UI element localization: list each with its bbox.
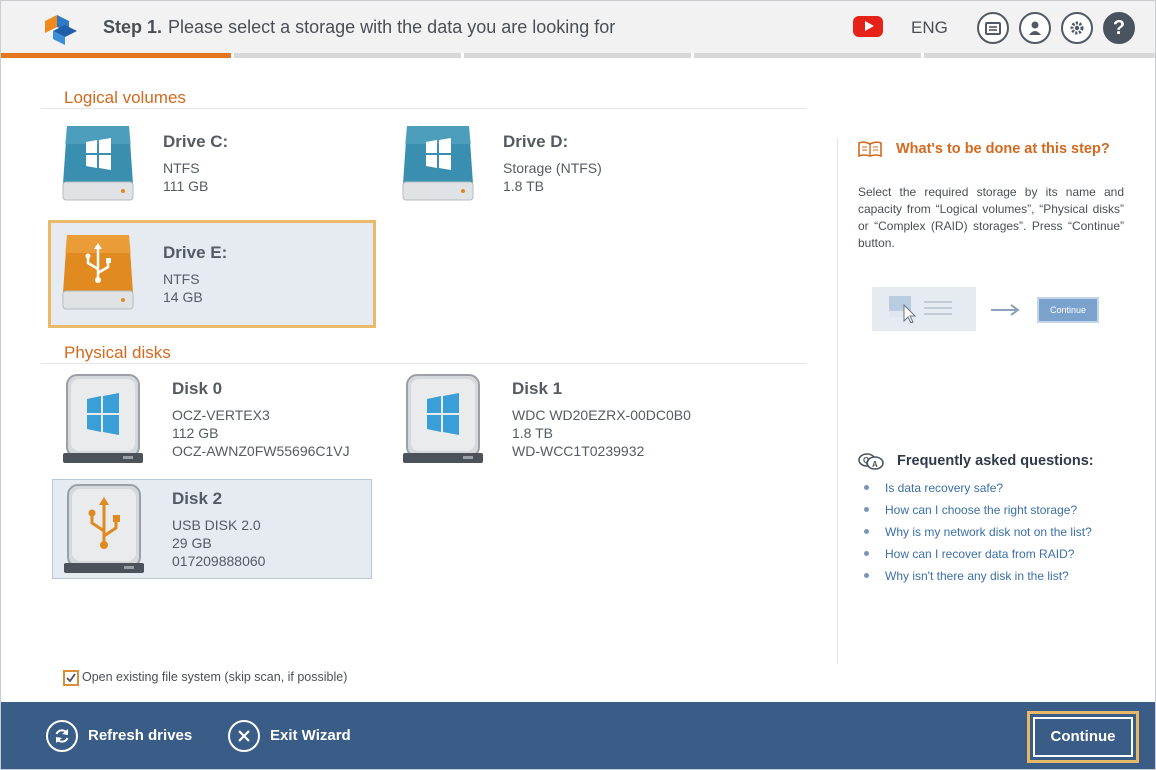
settings-button[interactable] (1061, 12, 1093, 44)
step-description: Please select a storage with the data yo… (168, 17, 616, 37)
exit-wizard-button[interactable]: Exit Wizard (228, 720, 368, 754)
faq-link[interactable]: Is data recovery safe? (864, 480, 1092, 502)
disk-size: 1.8 TB (512, 425, 553, 441)
disk-serial: OCZ-AWNZ0FW55696C1VJ (172, 443, 350, 459)
close-icon (228, 720, 260, 752)
physical-disks-heading: Physical disks (64, 343, 171, 362)
disk-name: Disk 1 (512, 379, 563, 398)
volume-name: Drive D: (503, 132, 569, 151)
panel-divider (837, 138, 838, 664)
windows-disk-icon (63, 374, 143, 463)
language-selector[interactable]: ENG (911, 18, 948, 38)
volume-filesystem: NTFS (163, 271, 200, 287)
faq-link[interactable]: How can I choose the right storage? (864, 502, 1092, 524)
illustration-continue-button: Continue (1037, 297, 1099, 323)
volume-tile-drive-c[interactable]: Drive C: NTFS 111 GB (51, 119, 371, 211)
volume-tile-drive-e[interactable]: Drive E: NTFS 14 GB (48, 220, 376, 328)
windows-disk-icon (403, 374, 483, 463)
disk-name: Disk 2 (172, 489, 223, 508)
disk-model: USB DISK 2.0 (172, 517, 261, 533)
disk-size: 29 GB (172, 535, 212, 551)
usb-drive-icon (62, 235, 134, 310)
refresh-drives-button[interactable]: Refresh drives (46, 720, 206, 754)
youtube-icon[interactable] (853, 16, 883, 37)
help-icon[interactable]: ? (1103, 12, 1135, 44)
svg-text:Q: Q (863, 456, 869, 465)
exit-wizard-label: Exit Wizard (270, 727, 351, 744)
step-progress-bar (1, 53, 1155, 58)
step-progress-fill (1, 53, 231, 58)
windows-drive-icon (402, 126, 474, 201)
volume-filesystem: NTFS (163, 160, 200, 176)
faq-link[interactable]: How can I recover data from RAID? (864, 546, 1092, 568)
settings-icon (1070, 21, 1084, 35)
help-illustration (872, 287, 976, 331)
help-heading: What's to be done at this step? (896, 141, 1110, 157)
log-icon (985, 22, 1001, 35)
disk-name: Disk 0 (172, 379, 223, 398)
user-icon (1029, 21, 1041, 35)
volume-name: Drive E: (163, 243, 228, 262)
page-title: Step 1. Please select a storage with the … (103, 17, 615, 38)
illustration-line (924, 301, 952, 303)
header-bar: Step 1. Please select a storage with the … (1, 1, 1155, 53)
disk-size: 112 GB (172, 425, 219, 441)
help-description: Select the required storage by its name … (858, 185, 1124, 250)
disk-serial: WD-WCC1T0239932 (512, 443, 645, 459)
book-icon (858, 141, 882, 157)
disk-tile-disk-2[interactable]: Disk 2 USB DISK 2.0 29 GB 017209888060 (52, 479, 372, 579)
arrow-right-icon (991, 304, 1020, 316)
progress-separator (461, 53, 464, 58)
volume-filesystem: Storage (NTFS) (503, 160, 602, 176)
windows-drive-icon (62, 126, 134, 201)
log-button[interactable] (977, 12, 1009, 44)
refresh-drives-label: Refresh drives (88, 727, 193, 744)
faq-link[interactable]: Why is my network disk not on the list? (864, 524, 1092, 546)
volume-tile-drive-d[interactable]: Drive D: Storage (NTFS) 1.8 TB (391, 119, 711, 211)
step-label: Step 1. (103, 17, 163, 37)
disk-model: OCZ-VERTEX3 (172, 407, 270, 423)
disk-tile-disk-1[interactable]: Disk 1 WDC WD20EZRX-00DC0B0 1.8 TB WD-WC… (391, 369, 711, 469)
faq-icon: A Q (858, 453, 884, 470)
faq-link[interactable]: Why isn't there any disk in the list? (864, 568, 1092, 590)
wizard-window: Step 1. Please select a storage with the … (0, 0, 1156, 770)
open-existing-fs-label[interactable]: Open existing file system (skip scan, if… (82, 670, 347, 684)
progress-separator (231, 53, 234, 58)
footer-bar: Refresh drives Exit Wizard (1, 702, 1155, 769)
logical-volumes-heading: Logical volumes (64, 88, 186, 107)
refresh-icon (46, 720, 78, 752)
app-logo-icon (45, 15, 77, 45)
section-divider (41, 108, 806, 109)
checkmark-icon (66, 673, 76, 683)
disk-model: WDC WD20EZRX-00DC0B0 (512, 407, 691, 423)
volume-name: Drive C: (163, 132, 229, 151)
disk-tile-disk-0[interactable]: Disk 0 OCZ-VERTEX3 112 GB OCZ-AWNZ0FW556… (51, 369, 371, 469)
usb-disk-icon (64, 484, 144, 573)
account-button[interactable] (1019, 12, 1051, 44)
volume-size: 1.8 TB (503, 178, 544, 194)
volume-size: 111 GB (163, 178, 209, 194)
svg-text:A: A (872, 460, 878, 469)
section-divider (41, 363, 806, 364)
open-existing-fs-checkbox[interactable] (63, 670, 79, 686)
progress-separator (921, 53, 924, 58)
continue-label: Continue (1033, 717, 1133, 757)
illustration-line (924, 307, 952, 309)
drive-cursor-icon (889, 296, 917, 323)
volume-size: 14 GB (163, 289, 203, 305)
faq-list: Is data recovery safe? How can I choose … (864, 480, 1092, 590)
faq-heading: Frequently asked questions: (897, 453, 1094, 469)
disk-serial: 017209888060 (172, 553, 266, 569)
illustration-line (924, 313, 952, 315)
progress-separator (691, 53, 694, 58)
continue-button[interactable]: Continue (1027, 711, 1139, 763)
